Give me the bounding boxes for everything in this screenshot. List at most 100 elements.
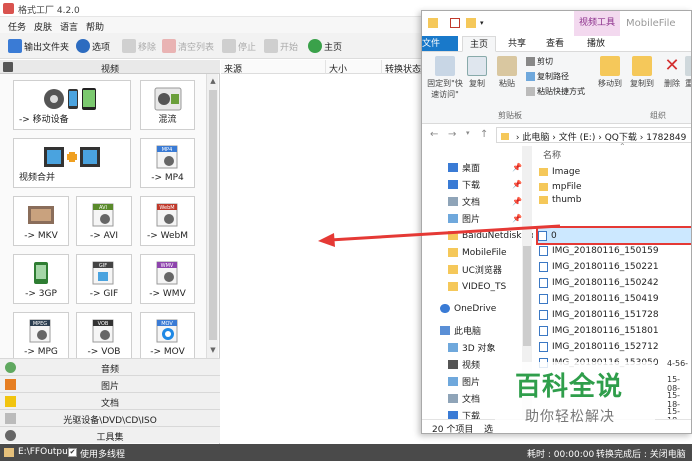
output-folder-button[interactable]: 输出文件夹 — [8, 37, 69, 55]
tile-mkv[interactable]: -> MKV — [13, 196, 69, 246]
file-row[interactable]: IMG_20180116_150419 — [539, 291, 691, 306]
file-row[interactable]: IMG_20180116_151801 — [539, 323, 691, 338]
nav-onedrive[interactable]: OneDrive — [440, 301, 496, 316]
scroll-down-icon[interactable]: ▼ — [209, 346, 217, 354]
tile-mpg[interactable]: MPEG -> MPG — [13, 312, 69, 358]
start-button[interactable]: 开始 — [264, 37, 298, 55]
tile-mux[interactable]: 混流 — [140, 80, 195, 130]
file-row[interactable]: IMG_20180116_150242 — [539, 275, 691, 290]
file-row[interactable]: IMG_20180116_150159 — [539, 243, 691, 258]
category-image[interactable]: 图片 — [0, 375, 220, 392]
wmv-icon: WMV — [156, 261, 177, 285]
tile-merge[interactable]: 视频合并 — [13, 138, 131, 188]
nav-uc-browser[interactable]: UC浏览器 — [448, 262, 502, 277]
nav-mobilefile[interactable]: MobileFile — [448, 245, 507, 260]
paste-shortcut-button[interactable]: 粘贴快捷方式 — [526, 86, 585, 97]
nav-pictures-pc[interactable]: 图片 — [448, 374, 480, 389]
tile-mobile[interactable]: -> 移动设备 — [13, 80, 131, 130]
tile-vob[interactable]: VOB -> VOB — [76, 312, 132, 358]
forward-icon[interactable]: → — [448, 129, 456, 140]
customize-qa-icon[interactable]: ▾ — [480, 18, 486, 28]
sort-chevron-icon[interactable]: ⌃ — [619, 142, 626, 151]
output-path[interactable]: E:\FFOutput — [18, 447, 71, 457]
tab-file[interactable]: 文件 — [422, 36, 458, 51]
scroll-up-icon[interactable]: ▲ — [209, 77, 217, 85]
rename-button[interactable]: 重 — [684, 56, 691, 89]
video-category-header[interactable]: 视频 — [0, 60, 220, 75]
mpg-icon: MPEG — [29, 319, 51, 343]
remove-button[interactable]: 移除 — [122, 37, 156, 55]
options-icon — [76, 39, 90, 53]
column-size[interactable]: 大小 — [326, 60, 382, 75]
nav-this-pc[interactable]: 此电脑 — [440, 323, 481, 338]
scroll-thumb[interactable] — [209, 90, 217, 340]
tile-webm[interactable]: WebM -> WebM — [140, 196, 195, 246]
file-row[interactable]: mpFile — [539, 179, 691, 194]
nav-downloads[interactable]: 下载 📌 — [448, 177, 522, 192]
nav-3d-objects[interactable]: 3D 对象 — [448, 340, 496, 355]
nav-videos[interactable]: 视频 — [448, 357, 480, 372]
pin-quick-access-button[interactable]: 固定到"快速访问" — [424, 56, 466, 100]
tile-avi[interactable]: AVI -> AVI — [76, 196, 132, 246]
file-row[interactable]: IMG_20180116_150221 — [539, 259, 691, 274]
tab-home[interactable]: 主页 — [462, 36, 496, 52]
category-document[interactable]: 文档 — [0, 392, 220, 409]
column-source[interactable]: 来源 — [221, 60, 326, 75]
file-row[interactable]: thumb — [539, 194, 691, 205]
tab-play[interactable]: 播放 — [578, 36, 614, 52]
tile-wmv[interactable]: WMV -> WMV — [140, 254, 195, 304]
menu-tasks[interactable]: 任务 — [8, 20, 26, 33]
up-icon[interactable]: ↑ — [480, 129, 488, 140]
tile-mov[interactable]: MOV -> MOV — [140, 312, 195, 358]
copy-button[interactable]: 复制 — [462, 56, 492, 89]
tile-mov-label: -> MOV — [150, 347, 185, 357]
column-name-header[interactable]: 名称 — [543, 148, 561, 161]
video-tools-tab[interactable]: 视频工具 — [574, 11, 620, 36]
tile-gif[interactable]: GIF -> GIF — [76, 254, 132, 304]
documents-icon — [448, 394, 458, 403]
breadcrumb-sep: › — [552, 133, 556, 143]
move-to-button[interactable]: 移动到 — [594, 56, 626, 89]
delete-button[interactable]: ✕ 删除 — [658, 56, 686, 89]
breadcrumb-sep: › — [515, 133, 520, 143]
tab-view[interactable]: 查看 — [538, 36, 572, 52]
nav-desktop[interactable]: 桌面 📌 — [448, 160, 522, 175]
category-tools[interactable]: 工具集 — [0, 426, 220, 443]
new-folder-icon[interactable] — [466, 18, 476, 28]
tile-3gp[interactable]: -> 3GP — [13, 254, 69, 304]
file-row[interactable]: IMG_20180116_151728 — [539, 307, 691, 322]
category-disc[interactable]: 光驱设备\DVD\CD\ISO — [0, 409, 220, 426]
file-row[interactable]: Image — [539, 164, 691, 179]
nav-downloads-label: 下载 — [462, 181, 481, 191]
back-icon[interactable]: ← — [430, 129, 438, 140]
breadcrumb-current[interactable]: 1782849 — [646, 133, 686, 142]
multithread-checkbox[interactable]: ✔ — [68, 448, 77, 457]
nav-pictures[interactable]: 图片 📌 — [448, 211, 522, 226]
properties-icon[interactable] — [450, 18, 460, 28]
address-bar[interactable]: › 此电脑 › 文件 (E:) › QQ下载 › 1782849 — [496, 127, 691, 143]
home-button[interactable]: 主页 — [308, 37, 342, 55]
breadcrumb-drive-e[interactable]: 文件 (E:) — [559, 133, 596, 142]
menu-skin[interactable]: 皮肤 — [34, 20, 52, 33]
menu-language[interactable]: 语言 — [60, 20, 78, 33]
after-complete[interactable]: 转换完成后 : 关闭电脑 — [596, 447, 686, 460]
nav-documents-pc[interactable]: 文档 — [448, 391, 480, 406]
paste-button[interactable]: 粘贴 — [492, 56, 522, 89]
category-audio[interactable]: 音频 — [0, 358, 220, 375]
file-row[interactable]: IMG_20180116_152712 — [539, 339, 691, 354]
tile-mp4[interactable]: MP4 -> MP4 — [140, 138, 195, 188]
cut-button[interactable]: 剪切 — [526, 56, 553, 67]
menu-help[interactable]: 帮助 — [86, 20, 104, 33]
copy-to-button[interactable]: 复制到 — [626, 56, 658, 89]
nav-video-ts[interactable]: VIDEO_TS — [448, 279, 506, 294]
nav-documents[interactable]: 文档 📌 — [448, 194, 522, 209]
stop-button[interactable]: 停止 — [222, 37, 256, 55]
breadcrumb-this-pc[interactable]: 此电脑 — [522, 133, 549, 142]
grid-scrollbar[interactable]: ▲ ▼ — [206, 74, 218, 358]
clear-list-button[interactable]: 清空列表 — [162, 37, 214, 55]
copy-path-button[interactable]: 复制路径 — [526, 71, 569, 82]
tab-share[interactable]: 共享 — [500, 36, 534, 52]
recent-icon[interactable]: ▾ — [466, 129, 470, 137]
nav-scroll-thumb[interactable] — [523, 246, 531, 346]
options-button[interactable]: 选项 — [76, 37, 110, 55]
